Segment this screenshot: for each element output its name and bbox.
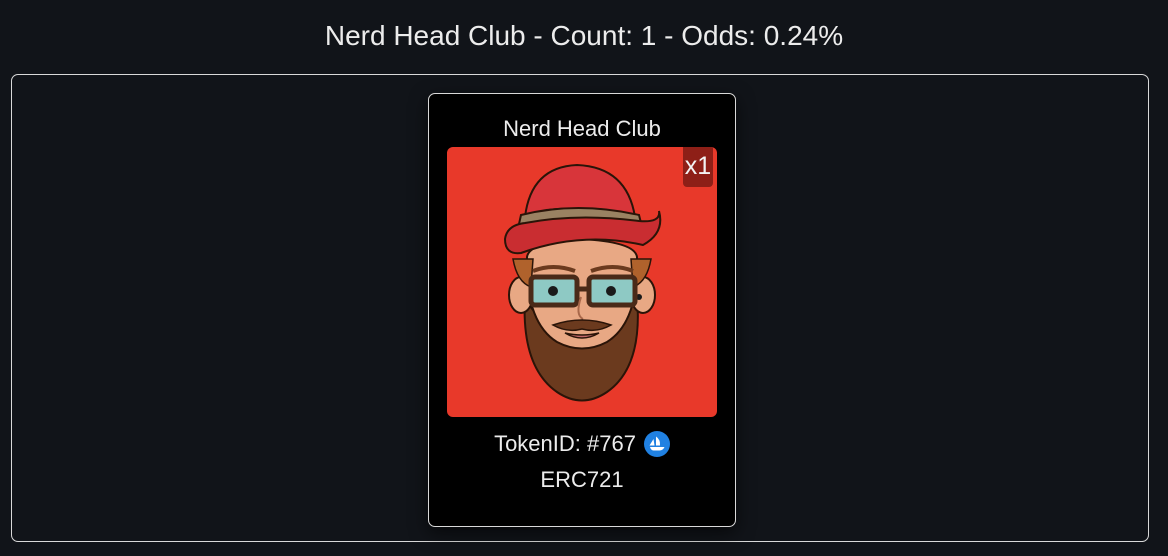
card-collection-name: Nerd Head Club <box>503 116 661 141</box>
nerd-head-avatar <box>447 147 717 417</box>
token-row: TokenID: #767 <box>429 429 735 459</box>
token-id-label: TokenID: #767 <box>494 431 636 456</box>
opensea-icon[interactable] <box>643 431 670 457</box>
page-title: Nerd Head Club - Count: 1 - Odds: 0.24% <box>324 20 844 51</box>
nft-image[interactable]: x1 <box>447 147 717 417</box>
token-standard: ERC721 <box>540 467 624 492</box>
count-badge: x1 <box>683 147 713 187</box>
nft-card[interactable]: Nerd Head Club x1 TokenID: #767 ERC721 <box>428 93 736 527</box>
